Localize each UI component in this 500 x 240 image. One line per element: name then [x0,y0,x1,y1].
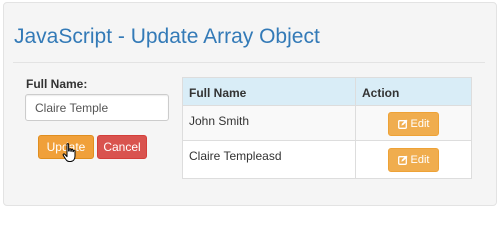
column-header-full-name: Full Name [189,86,247,100]
edit-icon [397,155,408,165]
hand-pointer-icon [62,143,76,162]
column-divider [355,78,356,178]
table-row: Claire Templeasd Edit [183,141,471,178]
row-full-name: John Smith [189,114,250,128]
cancel-button[interactable]: Cancel [97,135,147,159]
edit-button-label: Edit [410,154,430,166]
full-name-input[interactable] [25,94,169,121]
edit-button[interactable]: Edit [388,148,439,172]
page-title: JavaScript - Update Array Object [14,25,320,48]
edit-button[interactable]: Edit [388,112,439,136]
title-divider [13,62,485,63]
row-full-name: Claire Templeasd [189,149,282,163]
edit-button-label: Edit [410,118,430,130]
people-table: Full Name Action John Smith Edit Claire … [182,77,472,179]
column-header-action: Action [362,86,400,100]
full-name-label: Full Name: [26,77,88,91]
table-row: John Smith Edit [183,106,471,141]
table-header: Full Name Action [183,78,471,106]
edit-icon [397,119,408,129]
